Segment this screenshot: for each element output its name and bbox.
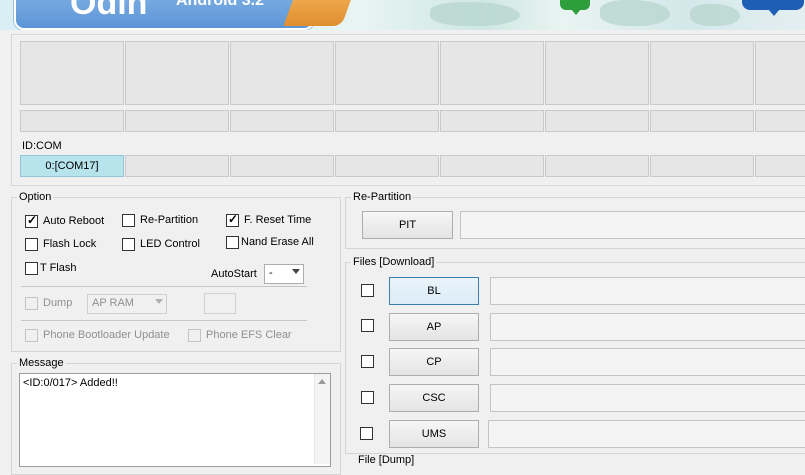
message-log[interactable]: <ID:0/017> Added!! <box>19 373 331 467</box>
f-reset-time-label[interactable]: F. Reset Time <box>244 214 311 226</box>
device-status-cell <box>755 41 805 105</box>
ap-file-field[interactable] <box>490 313 805 341</box>
device-progress-cell <box>755 110 805 132</box>
com-port-cell: 0:[COM17] <box>20 155 124 177</box>
device-status-cell <box>545 41 649 105</box>
device-progress-cell <box>650 110 754 132</box>
cp-file-field[interactable] <box>490 348 805 376</box>
bl-button[interactable]: BL <box>389 277 479 305</box>
device-status-cell <box>335 41 439 105</box>
log-scrollbar[interactable] <box>314 374 330 464</box>
map-decoration <box>600 0 670 26</box>
nand-erase-all-checkbox[interactable] <box>226 236 239 249</box>
com-port-cell <box>755 155 805 177</box>
bl-checkbox[interactable] <box>361 284 374 297</box>
phone-efs-clear-label: Phone EFS Clear <box>206 329 292 341</box>
dump-button[interactable] <box>204 293 236 314</box>
com-port-cell <box>440 155 544 177</box>
app-subtitle: Android 3.2 <box>176 0 265 9</box>
nand-erase-all-label[interactable]: Nand Erase All <box>241 236 314 248</box>
logo-accent <box>283 0 355 26</box>
phone-bootloader-update-checkbox[interactable] <box>25 329 38 342</box>
led-control-checkbox[interactable] <box>122 238 135 251</box>
header-banner: Odin Android 3.2 <box>0 0 805 30</box>
com-port-cell <box>230 155 334 177</box>
t-flash-checkbox[interactable] <box>25 262 38 275</box>
scroll-up-icon <box>318 379 326 384</box>
com-port-cell <box>125 155 229 177</box>
device-progress-cell <box>20 110 124 132</box>
ap-button[interactable]: AP <box>389 313 479 341</box>
dump-select[interactable]: AP RAM <box>87 294 167 314</box>
files-group-label: Files [Download] <box>351 256 437 268</box>
ums-checkbox[interactable] <box>360 427 373 440</box>
com-port-cell <box>650 155 754 177</box>
file-dump-group-label: File [Dump] <box>356 454 417 466</box>
autostart-select[interactable]: - <box>264 264 304 284</box>
csc-button[interactable]: CSC <box>389 384 479 412</box>
id-com-label: ID:COM <box>22 140 62 152</box>
device-status-cell <box>125 41 229 105</box>
dump-label: Dump <box>43 297 73 309</box>
csc-checkbox[interactable] <box>361 391 374 404</box>
green-pin-icon <box>560 0 590 15</box>
divider <box>21 320 307 321</box>
autostart-label: AutoStart <box>211 268 257 280</box>
cp-checkbox[interactable] <box>361 355 374 368</box>
pit-button[interactable]: PIT <box>362 211 453 239</box>
divider <box>21 286 307 287</box>
phone-bootloader-update-label: Phone Bootloader Update <box>43 329 170 341</box>
device-status-cell <box>230 41 334 105</box>
device-progress-cell <box>230 110 334 132</box>
re-partition-group-label: Re-Partition <box>351 191 414 203</box>
blue-pin-icon <box>742 0 804 16</box>
dump-checkbox[interactable] <box>25 297 38 310</box>
cp-button[interactable]: CP <box>389 348 479 376</box>
re-partition-checkbox[interactable] <box>122 214 135 227</box>
device-progress-cell <box>125 110 229 132</box>
device-status-cell <box>440 41 544 105</box>
led-control-label[interactable]: LED Control <box>140 238 200 250</box>
option-group-label: Option <box>17 191 54 203</box>
pit-file-field[interactable] <box>460 211 805 239</box>
t-flash-label[interactable]: T Flash <box>40 262 76 274</box>
csc-file-field[interactable] <box>490 384 805 412</box>
device-progress-cell <box>335 110 439 132</box>
bl-file-field[interactable] <box>490 277 805 305</box>
device-progress-cell <box>440 110 544 132</box>
device-status-cell <box>20 41 124 105</box>
map-decoration <box>690 4 740 26</box>
device-progress-cell <box>545 110 649 132</box>
ums-button[interactable]: UMS <box>389 420 479 448</box>
com-port-cell <box>545 155 649 177</box>
com-port-cell <box>335 155 439 177</box>
dump-select-value: AP RAM <box>92 297 134 309</box>
app-title: Odin <box>70 0 148 22</box>
logo-tab <box>14 0 314 30</box>
chevron-down-icon <box>155 299 163 304</box>
message-text: <ID:0/017> Added!! <box>23 377 118 389</box>
flash-lock-checkbox[interactable] <box>25 238 38 251</box>
message-group-label: Message <box>17 357 66 369</box>
map-decoration <box>430 2 520 26</box>
phone-efs-clear-checkbox[interactable] <box>188 329 201 342</box>
auto-reboot-checkbox[interactable] <box>25 213 38 228</box>
ap-checkbox[interactable] <box>361 319 374 332</box>
f-reset-time-checkbox[interactable] <box>226 212 239 227</box>
auto-reboot-label[interactable]: Auto Reboot <box>43 215 104 227</box>
re-partition-label[interactable]: Re-Partition <box>140 214 198 226</box>
device-status-cell <box>650 41 754 105</box>
chevron-down-icon <box>292 269 300 274</box>
autostart-value: - <box>269 267 273 279</box>
ums-file-field[interactable] <box>488 420 805 448</box>
flash-lock-label[interactable]: Flash Lock <box>43 238 96 250</box>
